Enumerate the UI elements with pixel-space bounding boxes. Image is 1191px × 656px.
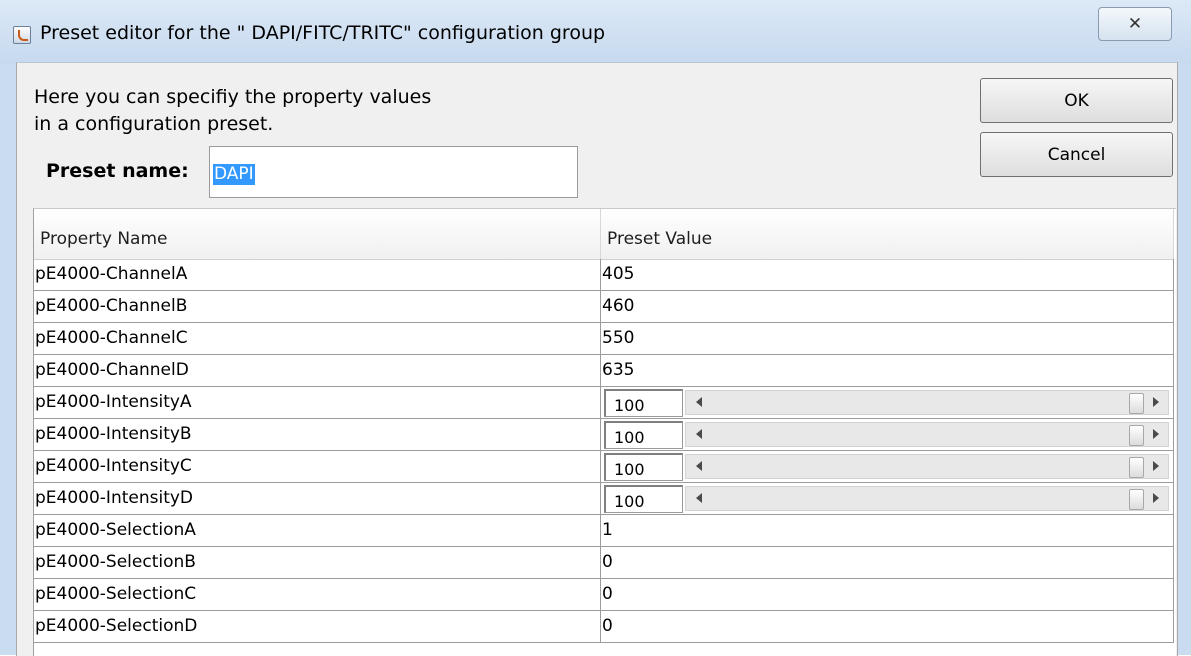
property-name-cell: pE4000-IntensityB <box>34 419 601 451</box>
window-title: Preset editor for the " DAPI/FITC/TRITC"… <box>40 22 606 44</box>
table-row[interactable]: pE4000-SelectionB 0 <box>34 547 1174 579</box>
preset-value-cell[interactable]: 100 <box>601 451 1174 483</box>
scroll-right-arrow-icon[interactable] <box>1153 461 1159 471</box>
table-row[interactable]: pE4000-SelectionA 1 <box>34 515 1174 547</box>
intensity-value-field[interactable]: 100 <box>604 389 683 417</box>
preset-value-cell[interactable]: 0 <box>601 547 1174 579</box>
property-name-cell: pE4000-ChannelC <box>34 323 601 355</box>
table-row[interactable]: pE4000-IntensityA 100 <box>34 387 1174 419</box>
table-row[interactable]: pE4000-IntensityC 100 <box>34 451 1174 483</box>
intensity-scrollbar[interactable] <box>685 454 1169 479</box>
property-name-cell: pE4000-SelectionC <box>34 579 601 611</box>
intensity-value-field[interactable]: 100 <box>604 421 683 449</box>
scroll-left-arrow-icon[interactable] <box>696 493 702 503</box>
preset-name-value: DAPI <box>213 164 255 185</box>
property-name-cell: pE4000-IntensityA <box>34 387 601 419</box>
property-name-cell: pE4000-ChannelA <box>34 259 601 291</box>
dialog-window: Preset editor for the " DAPI/FITC/TRITC"… <box>0 0 1191 656</box>
table-row[interactable]: pE4000-IntensityD 100 <box>34 483 1174 515</box>
preset-name-label: Preset name: <box>46 160 189 182</box>
scroll-left-arrow-icon[interactable] <box>696 461 702 471</box>
intensity-scrollbar[interactable] <box>685 390 1169 415</box>
scroll-right-arrow-icon[interactable] <box>1153 397 1159 407</box>
preset-value-cell[interactable]: 550 <box>601 323 1174 355</box>
intensity-value-field[interactable]: 100 <box>604 453 683 481</box>
property-name-cell: pE4000-SelectionD <box>34 611 601 643</box>
property-name-cell: pE4000-ChannelB <box>34 291 601 323</box>
preset-name-input[interactable]: DAPI <box>209 146 578 198</box>
java-app-icon <box>13 26 31 44</box>
table-header: Property Name Preset Value <box>34 209 1174 260</box>
preset-value-cell[interactable]: 1 <box>601 515 1174 547</box>
scrollbar-thumb[interactable] <box>1129 393 1144 414</box>
property-name-cell: pE4000-IntensityD <box>34 483 601 515</box>
ok-button[interactable]: OK <box>980 78 1173 123</box>
instruction-line-1: Here you can specifiy the property value… <box>34 86 432 108</box>
table-row[interactable]: pE4000-ChannelD 635 <box>34 355 1174 387</box>
preset-value-cell[interactable]: 405 <box>601 259 1174 291</box>
scroll-left-arrow-icon[interactable] <box>696 397 702 407</box>
preset-value-cell[interactable]: 635 <box>601 355 1174 387</box>
scroll-right-arrow-icon[interactable] <box>1153 493 1159 503</box>
property-name-cell: pE4000-ChannelD <box>34 355 601 387</box>
property-table: Property Name Preset Value pE4000-Channe… <box>33 208 1176 656</box>
preset-value-cell[interactable]: 460 <box>601 291 1174 323</box>
instruction-line-2: in a configuration preset. <box>34 113 274 135</box>
scrollbar-thumb[interactable] <box>1129 489 1144 510</box>
intensity-scrollbar[interactable] <box>685 422 1169 447</box>
column-header-property-name[interactable]: Property Name <box>34 209 601 259</box>
close-icon: ✕ <box>1127 14 1143 34</box>
column-header-preset-value[interactable]: Preset Value <box>601 209 1174 259</box>
preset-value-cell[interactable]: 0 <box>601 579 1174 611</box>
property-name-cell: pE4000-IntensityC <box>34 451 601 483</box>
scrollbar-thumb[interactable] <box>1129 425 1144 446</box>
close-button[interactable]: ✕ <box>1098 7 1172 41</box>
scrollbar-thumb[interactable] <box>1129 457 1144 478</box>
preset-value-cell[interactable]: 100 <box>601 419 1174 451</box>
title-bar[interactable]: Preset editor for the " DAPI/FITC/TRITC"… <box>0 0 1191 64</box>
table-row[interactable]: pE4000-ChannelA 405 <box>34 259 1174 291</box>
property-name-cell: pE4000-SelectionB <box>34 547 601 579</box>
property-name-cell: pE4000-SelectionA <box>34 515 601 547</box>
intensity-scrollbar[interactable] <box>685 486 1169 511</box>
table-row[interactable]: pE4000-SelectionD 0 <box>34 611 1174 643</box>
table-row[interactable]: pE4000-SelectionC 0 <box>34 579 1174 611</box>
table-row[interactable]: pE4000-ChannelC 550 <box>34 323 1174 355</box>
scroll-left-arrow-icon[interactable] <box>696 429 702 439</box>
scroll-right-arrow-icon[interactable] <box>1153 429 1159 439</box>
table-row[interactable]: pE4000-IntensityB 100 <box>34 419 1174 451</box>
preset-value-cell[interactable]: 100 <box>601 387 1174 419</box>
table-row[interactable]: pE4000-ChannelB 460 <box>34 291 1174 323</box>
intensity-value-field[interactable]: 100 <box>604 485 683 513</box>
preset-value-cell[interactable]: 100 <box>601 483 1174 515</box>
cancel-button[interactable]: Cancel <box>980 132 1173 177</box>
preset-value-cell[interactable]: 0 <box>601 611 1174 643</box>
